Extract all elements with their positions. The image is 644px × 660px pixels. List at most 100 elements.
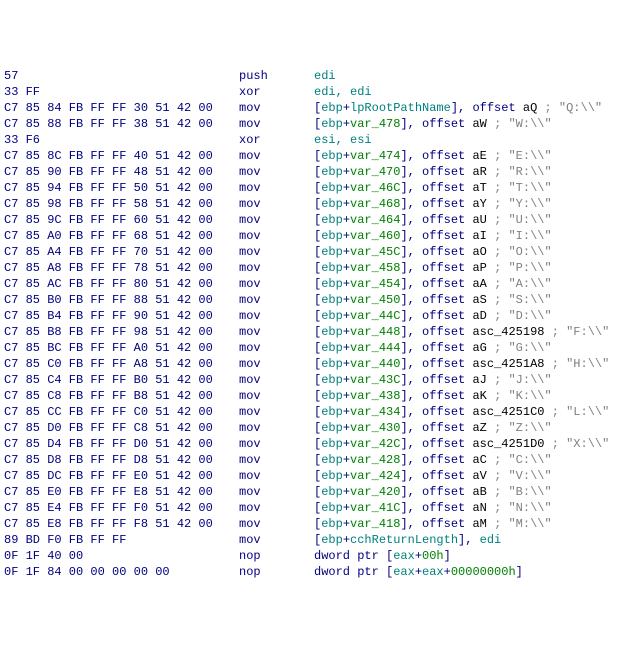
asm-row[interactable]: C7 85 94 FB FF FF 50 51 42 00mov[ebp+var… (4, 180, 640, 196)
operands: [ebp+cchReturnLength], edi (314, 532, 501, 548)
asm-row[interactable]: C7 85 A0 FB FF FF 68 51 42 00mov[ebp+var… (4, 228, 640, 244)
hex-bytes: 89 BD F0 FB FF FF (4, 532, 239, 548)
operands: [ebp+var_458], offset aP ; "P:\\" (314, 260, 552, 276)
hex-bytes: C7 85 88 FB FF FF 38 51 42 00 (4, 116, 239, 132)
operands: [ebp+var_42C], offset asc_4251D0 ; "X:\\… (314, 436, 609, 452)
operands: [ebp+var_470], offset aR ; "R:\\" (314, 164, 552, 180)
asm-row[interactable]: C7 85 B4 FB FF FF 90 51 42 00mov[ebp+var… (4, 308, 640, 324)
mnemonic: mov (239, 116, 314, 132)
operands: [ebp+var_418], offset aM ; "M:\\" (314, 516, 552, 532)
operands: [ebp+var_46C], offset aT ; "T:\\" (314, 180, 552, 196)
asm-row[interactable]: 33 F6xoresi, esi (4, 132, 640, 148)
asm-row[interactable]: C7 85 D0 FB FF FF C8 51 42 00mov[ebp+var… (4, 420, 640, 436)
operands: [ebp+var_420], offset aB ; "B:\\" (314, 484, 552, 500)
hex-bytes: C7 85 D0 FB FF FF C8 51 42 00 (4, 420, 239, 436)
operands: [ebp+var_424], offset aV ; "V:\\" (314, 468, 552, 484)
operands: [ebp+var_438], offset aK ; "K:\\" (314, 388, 552, 404)
mnemonic: mov (239, 404, 314, 420)
hex-bytes: C7 85 A0 FB FF FF 68 51 42 00 (4, 228, 239, 244)
hex-bytes: C7 85 E4 FB FF FF F0 51 42 00 (4, 500, 239, 516)
mnemonic: mov (239, 500, 314, 516)
asm-row[interactable]: C7 85 98 FB FF FF 58 51 42 00mov[ebp+var… (4, 196, 640, 212)
asm-row[interactable]: 0F 1F 40 00nopdword ptr [eax+00h] (4, 548, 640, 564)
hex-bytes: C7 85 C8 FB FF FF B8 51 42 00 (4, 388, 239, 404)
operands: [ebp+var_44C], offset aD ; "D:\\" (314, 308, 552, 324)
asm-row[interactable]: 57pushedi (4, 68, 640, 84)
asm-row[interactable]: C7 85 BC FB FF FF A0 51 42 00mov[ebp+var… (4, 340, 640, 356)
asm-row[interactable]: C7 85 B8 FB FF FF 98 51 42 00mov[ebp+var… (4, 324, 640, 340)
hex-bytes: 0F 1F 40 00 (4, 548, 239, 564)
asm-row[interactable]: C7 85 84 FB FF FF 30 51 42 00mov[ebp+lpR… (4, 100, 640, 116)
mnemonic: mov (239, 276, 314, 292)
operands: [ebp+var_468], offset aY ; "Y:\\" (314, 196, 552, 212)
mnemonic: push (239, 68, 314, 84)
hex-bytes: 57 (4, 68, 239, 84)
asm-row[interactable]: C7 85 8C FB FF FF 40 51 42 00mov[ebp+var… (4, 148, 640, 164)
hex-bytes: C7 85 8C FB FF FF 40 51 42 00 (4, 148, 239, 164)
mnemonic: mov (239, 292, 314, 308)
hex-bytes: C7 85 AC FB FF FF 80 51 42 00 (4, 276, 239, 292)
asm-row[interactable]: 89 BD F0 FB FF FFmov[ebp+cchReturnLength… (4, 532, 640, 548)
mnemonic: mov (239, 420, 314, 436)
hex-bytes: C7 85 A4 FB FF FF 70 51 42 00 (4, 244, 239, 260)
asm-row[interactable]: C7 85 9C FB FF FF 60 51 42 00mov[ebp+var… (4, 212, 640, 228)
hex-bytes: C7 85 B0 FB FF FF 88 51 42 00 (4, 292, 239, 308)
asm-row[interactable]: C7 85 E8 FB FF FF F8 51 42 00mov[ebp+var… (4, 516, 640, 532)
asm-row[interactable]: C7 85 90 FB FF FF 48 51 42 00mov[ebp+var… (4, 164, 640, 180)
operands: [ebp+var_428], offset aC ; "C:\\" (314, 452, 552, 468)
mnemonic: nop (239, 548, 314, 564)
operands: [ebp+var_444], offset aG ; "G:\\" (314, 340, 552, 356)
operands: [ebp+var_41C], offset aN ; "N:\\" (314, 500, 552, 516)
hex-bytes: C7 85 B8 FB FF FF 98 51 42 00 (4, 324, 239, 340)
mnemonic: mov (239, 436, 314, 452)
operands: [ebp+var_434], offset asc_4251C0 ; "L:\\… (314, 404, 609, 420)
hex-bytes: C7 85 D4 FB FF FF D0 51 42 00 (4, 436, 239, 452)
mnemonic: mov (239, 340, 314, 356)
asm-row[interactable]: C7 85 D8 FB FF FF D8 51 42 00mov[ebp+var… (4, 452, 640, 468)
operands: [ebp+var_45C], offset aO ; "O:\\" (314, 244, 552, 260)
asm-row[interactable]: C7 85 DC FB FF FF E0 51 42 00mov[ebp+var… (4, 468, 640, 484)
asm-row[interactable]: C7 85 B0 FB FF FF 88 51 42 00mov[ebp+var… (4, 292, 640, 308)
asm-row[interactable]: C7 85 CC FB FF FF C0 51 42 00mov[ebp+var… (4, 404, 640, 420)
hex-bytes: C7 85 9C FB FF FF 60 51 42 00 (4, 212, 239, 228)
asm-row[interactable]: C7 85 88 FB FF FF 38 51 42 00mov[ebp+var… (4, 116, 640, 132)
operands: dword ptr [eax+eax+00000000h] (314, 564, 523, 580)
operands: [ebp+lpRootPathName], offset aQ ; "Q:\\" (314, 100, 602, 116)
asm-row[interactable]: C7 85 AC FB FF FF 80 51 42 00mov[ebp+var… (4, 276, 640, 292)
mnemonic: mov (239, 516, 314, 532)
operands: dword ptr [eax+00h] (314, 548, 451, 564)
operands: esi, esi (314, 132, 372, 148)
operands: [ebp+var_43C], offset aJ ; "J:\\" (314, 372, 552, 388)
mnemonic: mov (239, 100, 314, 116)
mnemonic: mov (239, 196, 314, 212)
mnemonic: mov (239, 356, 314, 372)
mnemonic: mov (239, 180, 314, 196)
asm-row[interactable]: C7 85 D4 FB FF FF D0 51 42 00mov[ebp+var… (4, 436, 640, 452)
operands: [ebp+var_454], offset aA ; "A:\\" (314, 276, 552, 292)
hex-bytes: 0F 1F 84 00 00 00 00 00 (4, 564, 239, 580)
asm-row[interactable]: C7 85 C8 FB FF FF B8 51 42 00mov[ebp+var… (4, 388, 640, 404)
disassembly-listing[interactable]: 57pushedi33 FFxoredi, ediC7 85 84 FB FF … (4, 68, 640, 580)
mnemonic: mov (239, 212, 314, 228)
asm-row[interactable]: C7 85 E0 FB FF FF E8 51 42 00mov[ebp+var… (4, 484, 640, 500)
mnemonic: mov (239, 228, 314, 244)
mnemonic: mov (239, 372, 314, 388)
asm-row[interactable]: 0F 1F 84 00 00 00 00 00nopdword ptr [eax… (4, 564, 640, 580)
asm-row[interactable]: C7 85 C4 FB FF FF B0 51 42 00mov[ebp+var… (4, 372, 640, 388)
mnemonic: mov (239, 148, 314, 164)
mnemonic: mov (239, 484, 314, 500)
mnemonic: mov (239, 260, 314, 276)
operands: edi, edi (314, 84, 372, 100)
mnemonic: mov (239, 532, 314, 548)
asm-row[interactable]: 33 FFxoredi, edi (4, 84, 640, 100)
hex-bytes: C7 85 98 FB FF FF 58 51 42 00 (4, 196, 239, 212)
asm-row[interactable]: C7 85 A4 FB FF FF 70 51 42 00mov[ebp+var… (4, 244, 640, 260)
mnemonic: mov (239, 388, 314, 404)
hex-bytes: C7 85 CC FB FF FF C0 51 42 00 (4, 404, 239, 420)
hex-bytes: C7 85 E8 FB FF FF F8 51 42 00 (4, 516, 239, 532)
asm-row[interactable]: C7 85 A8 FB FF FF 78 51 42 00mov[ebp+var… (4, 260, 640, 276)
asm-row[interactable]: C7 85 C0 FB FF FF A8 51 42 00mov[ebp+var… (4, 356, 640, 372)
mnemonic: mov (239, 244, 314, 260)
mnemonic: mov (239, 324, 314, 340)
asm-row[interactable]: C7 85 E4 FB FF FF F0 51 42 00mov[ebp+var… (4, 500, 640, 516)
